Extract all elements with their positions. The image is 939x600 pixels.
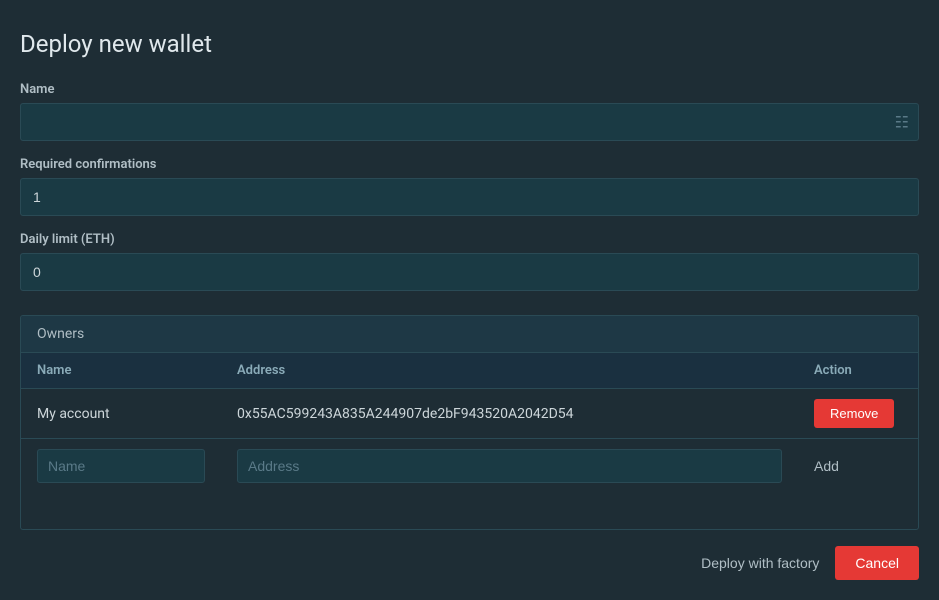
col-header-address: Address (221, 353, 798, 389)
footer: Deploy with factory Cancel (20, 530, 919, 580)
name-input[interactable] (20, 103, 919, 141)
add-action-cell: Add (798, 439, 918, 494)
name-field-group: Name ☷ (20, 82, 919, 141)
name-label: Name (20, 82, 919, 97)
add-name-cell (21, 439, 221, 494)
owner-action: Remove (798, 389, 918, 439)
daily-limit-field-group: Daily limit (ETH) (20, 232, 919, 291)
add-button[interactable]: Add (814, 458, 839, 474)
owner-address: 0x55AC599243A835A244907de2bF943520A2042D… (221, 389, 798, 439)
confirmations-field-group: Required confirmations (20, 157, 919, 216)
name-input-wrapper: ☷ (20, 103, 919, 141)
cancel-button[interactable]: Cancel (835, 546, 919, 580)
col-header-name: Name (21, 353, 221, 389)
owners-section: Owners Name Address Action My account 0x… (20, 315, 919, 530)
owner-name: My account (21, 389, 221, 439)
page-container: Deploy new wallet Name ☷ Required confir… (0, 0, 939, 600)
col-header-action: Action (798, 353, 918, 389)
confirmations-input[interactable] (20, 178, 919, 216)
remove-button[interactable]: Remove (814, 399, 894, 428)
add-owner-row: Add (21, 439, 918, 494)
add-name-input[interactable] (37, 449, 205, 483)
add-address-cell (221, 439, 798, 494)
confirmations-label: Required confirmations (20, 157, 919, 172)
table-header-row: Name Address Action (21, 353, 918, 389)
daily-limit-input[interactable] (20, 253, 919, 291)
daily-limit-label: Daily limit (ETH) (20, 232, 919, 247)
table-row: My account 0x55AC599243A835A244907de2bF9… (21, 389, 918, 439)
add-address-input[interactable] (237, 449, 782, 483)
page-title: Deploy new wallet (20, 30, 919, 58)
owners-header: Owners (21, 316, 918, 353)
owners-table: Name Address Action My account 0x55AC599… (21, 353, 918, 493)
address-book-icon: ☷ (895, 113, 909, 132)
deploy-factory-button[interactable]: Deploy with factory (697, 547, 823, 579)
